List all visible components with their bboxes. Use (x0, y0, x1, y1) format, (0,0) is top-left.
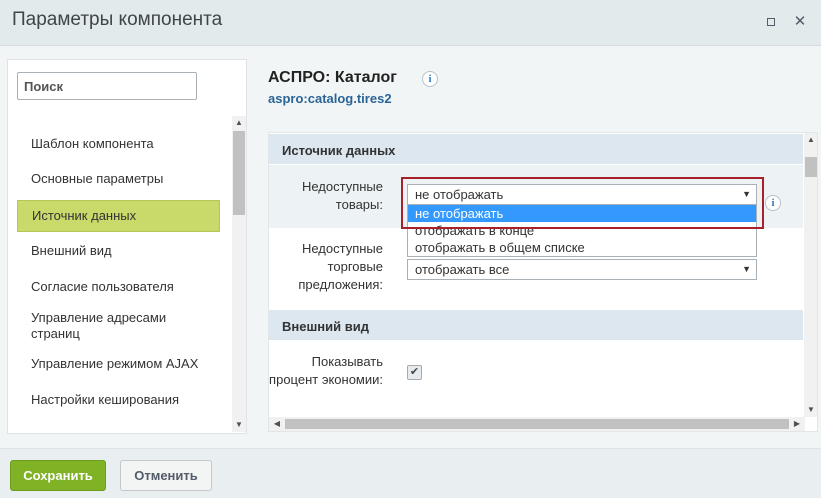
sidebar-item-url-management[interactable]: Управление адресами страниц (17, 310, 197, 342)
save-button[interactable]: Сохранить (10, 460, 106, 491)
highlight-frame (401, 177, 764, 229)
sidebar-item-cache-settings[interactable]: Настройки кеширования (17, 392, 220, 408)
info-icon[interactable]: i (422, 71, 438, 87)
sidebar-item-appearance[interactable]: Внешний вид (17, 243, 220, 259)
close-icon[interactable]: ✕ (792, 14, 808, 30)
dialog-titlebar: Параметры компонента ✕ (0, 0, 821, 46)
scroll-left-icon[interactable]: ◀ (270, 418, 284, 430)
scroll-up-icon[interactable]: ▲ (804, 134, 817, 146)
section-appearance: Внешний вид (269, 310, 803, 340)
unavailable-offers-label: Недоступные торговые предложения: (298, 241, 383, 292)
sidebar-scroll-thumb[interactable] (233, 131, 245, 215)
params-panel: Источник данных Недоступные товары: Недо… (268, 132, 818, 432)
component-title: АСПРО: Каталог (268, 69, 397, 86)
unavailable-goods-label: Недоступные товары: (301, 179, 383, 212)
cancel-button[interactable]: Отменить (120, 460, 212, 491)
show-discount-label: Показывать процент экономии: (269, 354, 383, 387)
component-code: aspro:catalog.tires2 (268, 91, 392, 106)
dropdown-option[interactable]: отображать в общем списке (408, 239, 756, 256)
chevron-down-icon: ▼ (742, 264, 751, 274)
section-data-source: Источник данных (269, 134, 803, 164)
dialog-footer: Сохранить Отменить (0, 448, 821, 498)
search-input[interactable] (17, 72, 197, 100)
scroll-up-icon[interactable]: ▲ (232, 117, 246, 129)
show-discount-checkbox[interactable]: ✔ (407, 365, 422, 380)
panel-horizontal-scrollbar[interactable]: ◀ ▶ (269, 417, 805, 431)
scroll-down-icon[interactable]: ▼ (804, 404, 817, 416)
panel-scroll-thumb[interactable] (805, 157, 817, 177)
info-icon[interactable]: i (765, 195, 781, 211)
main-panel: АСПРО: Каталог i aspro:catalog.tires2 Ис… (268, 46, 821, 448)
maximize-icon[interactable] (763, 14, 779, 30)
sidebar-item-data-source[interactable]: Источник данных (17, 200, 220, 232)
dialog-title: Параметры компонента (12, 9, 223, 30)
sidebar-item-template[interactable]: Шаблон компонента (17, 136, 220, 152)
sidebar-item-main-params[interactable]: Основные параметры (17, 171, 220, 187)
panel-vertical-scrollbar[interactable]: ▲ ▼ (804, 133, 817, 417)
sidebar-item-user-consent[interactable]: Согласие пользователя (17, 279, 220, 295)
unavailable-offers-select[interactable]: отображать все ▼ (407, 259, 757, 280)
sidebar-scrollbar[interactable]: ▲ ▼ (232, 116, 246, 432)
scroll-right-icon[interactable]: ▶ (790, 418, 804, 430)
dialog-content: Шаблон компонента Основные параметры Ист… (0, 46, 821, 448)
sidebar: Шаблон компонента Основные параметры Ист… (7, 59, 247, 434)
sidebar-item-ajax-mode[interactable]: Управление режимом AJAX (17, 356, 220, 372)
panel-hscroll-thumb[interactable] (285, 419, 789, 429)
scroll-down-icon[interactable]: ▼ (232, 419, 246, 431)
